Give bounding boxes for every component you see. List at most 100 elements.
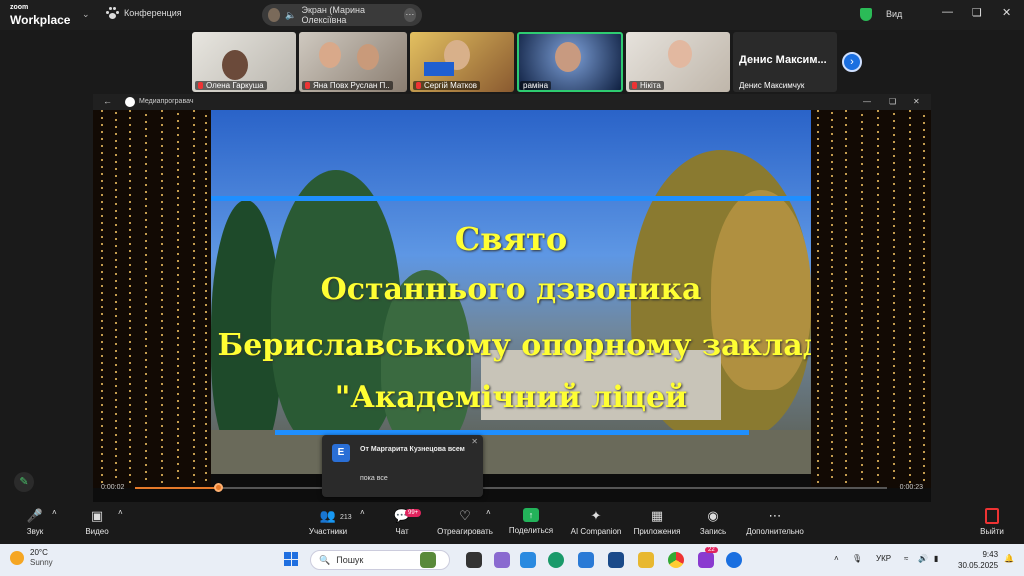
shield-icon[interactable] bbox=[860, 8, 872, 21]
share-screen-icon: ↑ bbox=[523, 508, 539, 522]
apps-label: Приложения bbox=[633, 527, 681, 536]
participant-tile[interactable]: Сергій Матков bbox=[410, 32, 514, 92]
zoom-icon[interactable] bbox=[726, 552, 742, 568]
participant-tile[interactable]: Нікіта bbox=[626, 32, 730, 92]
participant-name: Нікіта bbox=[640, 81, 661, 90]
weather-widget[interactable]: 20°C Sunny bbox=[10, 548, 53, 568]
slide-title-line-4: "Академічний ліцей bbox=[334, 380, 688, 415]
media-player-icon bbox=[125, 97, 135, 107]
chat-label: Чат bbox=[395, 527, 409, 536]
weather-condition: Sunny bbox=[30, 558, 53, 567]
audio-button[interactable]: 🎤 Звук bbox=[20, 508, 50, 536]
media-player-titlebar: ← Медиапрогравач — ❏ ✕ bbox=[93, 94, 931, 110]
restore-icon[interactable]: ❏ bbox=[889, 97, 896, 106]
ai-companion-button[interactable]: ✦ AI Companion bbox=[568, 508, 624, 536]
battery-icon[interactable]: ▮ bbox=[934, 554, 938, 563]
folder-icon[interactable] bbox=[638, 552, 654, 568]
chat-badge: 99+ bbox=[405, 509, 422, 517]
chevron-up-icon[interactable]: ˄ bbox=[834, 554, 839, 563]
slide-title-line-2: Останнього дзвоника bbox=[320, 272, 702, 307]
screen-share-pill[interactable]: 🔈 Экран (Марина Олексіївна ··· bbox=[262, 4, 422, 26]
progress-handle[interactable] bbox=[214, 483, 223, 492]
more-icon[interactable]: ··· bbox=[403, 8, 416, 22]
participants-label: Участники bbox=[308, 527, 348, 536]
close-icon[interactable]: ✕ bbox=[471, 437, 478, 446]
chat-notification[interactable]: Е От Маргарита Кузнецова всем пока все ✕ bbox=[322, 435, 483, 497]
leave-button[interactable]: Выйти bbox=[978, 508, 1006, 536]
language-indicator[interactable]: УКР bbox=[876, 554, 891, 563]
participant-name: Денис Максимчук bbox=[739, 81, 805, 90]
sun-icon bbox=[10, 551, 24, 565]
minimize-icon[interactable]: — bbox=[942, 6, 953, 18]
share-pill-label: Экран (Марина Олексіївна bbox=[301, 5, 365, 25]
copilot-icon[interactable] bbox=[520, 552, 536, 568]
progress-track[interactable] bbox=[135, 487, 887, 489]
annotate-pencil-icon[interactable]: ✎ bbox=[14, 472, 34, 492]
share-button[interactable]: ↑ Поделиться bbox=[506, 508, 556, 535]
mic-off-icon: 🎤 bbox=[26, 508, 44, 523]
chevron-up-icon[interactable]: ˄ bbox=[360, 508, 365, 517]
edge-browser-icon[interactable] bbox=[578, 552, 594, 568]
participant-tile[interactable]: Яна Повх Руслан П.. bbox=[299, 32, 407, 92]
progress-fill bbox=[135, 487, 218, 489]
system-clock[interactable]: 9:43 30.05.2025 bbox=[958, 549, 998, 571]
participant-tile[interactable]: Олена Гаркуша bbox=[192, 32, 296, 92]
mic-off-icon bbox=[632, 82, 637, 89]
presentation-slide: Свято Останнього дзвоника у Бериславсько… bbox=[211, 110, 811, 474]
news-icon[interactable] bbox=[420, 552, 436, 568]
chevron-down-icon[interactable]: ⌄ bbox=[82, 9, 90, 20]
minimize-icon[interactable]: — bbox=[863, 97, 871, 106]
exit-icon bbox=[985, 508, 999, 524]
audio-label: Звук bbox=[26, 527, 44, 536]
media-progress-bar[interactable]: 0:00:02 0:00:23 bbox=[93, 480, 931, 496]
restore-icon[interactable]: ❏ bbox=[972, 6, 982, 19]
meeting-info-button[interactable]: Конференция bbox=[106, 7, 182, 19]
back-arrow-icon[interactable]: ← bbox=[103, 96, 112, 106]
windows-start-icon[interactable] bbox=[284, 552, 298, 566]
participants-button[interactable]: 👥 Участники bbox=[302, 508, 354, 536]
close-icon[interactable]: ✕ bbox=[913, 97, 920, 106]
record-label: Запись bbox=[699, 527, 727, 536]
edge-icon[interactable] bbox=[548, 552, 564, 568]
participant-name: Сергій Матков bbox=[424, 81, 478, 90]
task-view-icon[interactable] bbox=[466, 552, 482, 568]
video-button[interactable]: ▣ Видео bbox=[80, 508, 114, 536]
store-icon[interactable] bbox=[608, 552, 624, 568]
apps-button[interactable]: ▦ Приложения bbox=[630, 508, 684, 536]
chevron-up-icon[interactable]: ˄ bbox=[52, 508, 57, 517]
chat-message: пока все bbox=[360, 475, 388, 482]
chevron-up-icon[interactable]: ˄ bbox=[486, 508, 491, 517]
sender-avatar: Е bbox=[332, 444, 350, 462]
more-button[interactable]: ⋯ Дополнительно bbox=[744, 508, 806, 536]
camera-icon: ▣ bbox=[90, 508, 104, 523]
volume-icon[interactable]: 🔊 bbox=[918, 554, 928, 563]
teams-icon[interactable] bbox=[494, 552, 510, 568]
apps-icon: ▦ bbox=[650, 508, 664, 523]
participant-strip: Олена Гаркуша Яна Повх Руслан П.. Сергій… bbox=[192, 32, 837, 92]
avatar bbox=[268, 8, 281, 22]
close-icon[interactable]: ✕ bbox=[1002, 6, 1011, 19]
view-button[interactable]: Вид bbox=[886, 9, 902, 19]
chevron-up-icon[interactable]: ˄ bbox=[118, 508, 123, 517]
mic-off-icon bbox=[198, 82, 203, 89]
zoom-logo: zoom Workplace bbox=[10, 3, 70, 27]
mic-icon[interactable]: 🎙 bbox=[852, 554, 862, 563]
next-page-button[interactable]: › bbox=[842, 52, 862, 72]
paw-icon bbox=[106, 7, 119, 19]
viber-icon[interactable] bbox=[698, 552, 714, 568]
share-label: Поделиться bbox=[508, 526, 554, 535]
wifi-icon[interactable]: ≈ bbox=[904, 554, 908, 563]
participant-tile[interactable]: раміна bbox=[517, 32, 623, 92]
record-button[interactable]: ◉ Запись bbox=[696, 508, 730, 536]
participants-count: 213 bbox=[340, 514, 352, 521]
time-total: 0:00:23 bbox=[899, 484, 923, 491]
search-placeholder: Пошук bbox=[336, 555, 364, 565]
title-bar: zoom Workplace ⌄ Конференция 🔈 Экран (Ма… bbox=[0, 0, 1024, 30]
more-label: Дополнительно bbox=[746, 527, 804, 536]
video-label: Видео bbox=[85, 527, 109, 536]
notification-bell-icon[interactable]: 🔔 bbox=[1004, 554, 1014, 563]
participant-tile[interactable]: Денис Максим... Денис Максимчук bbox=[733, 32, 837, 92]
shared-screen: ← Медиапрогравач — ❏ ✕ Свято Останнього … bbox=[93, 94, 931, 502]
blue-stripe bbox=[211, 196, 811, 201]
chrome-icon[interactable] bbox=[668, 552, 684, 568]
